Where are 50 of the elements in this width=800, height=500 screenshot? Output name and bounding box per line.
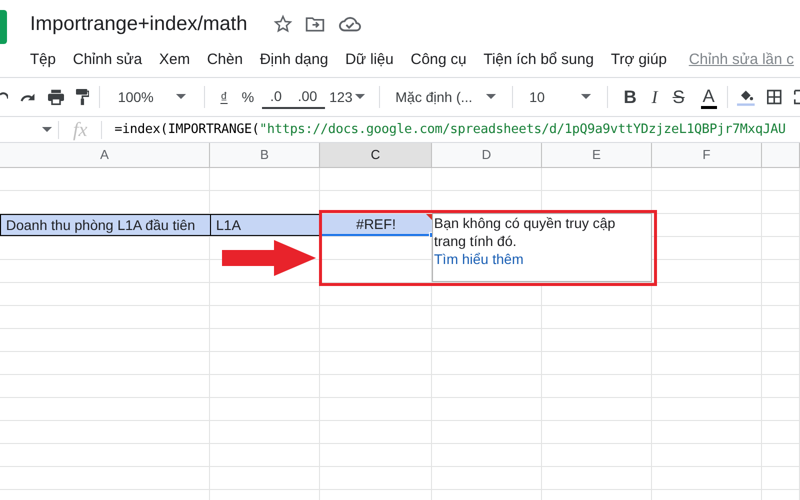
- table-cell[interactable]: #REF!: [320, 214, 432, 236]
- caret-icon: [486, 94, 496, 100]
- column-header[interactable]: E: [542, 143, 652, 167]
- italic-button[interactable]: I: [642, 84, 667, 110]
- column-header[interactable]: C: [320, 143, 432, 167]
- borders-icon[interactable]: [767, 88, 782, 106]
- bold-button[interactable]: B: [618, 84, 643, 110]
- merge-cells-icon[interactable]: [794, 88, 800, 106]
- zoom-dropdown[interactable]: 100%: [110, 86, 194, 108]
- error-message: Bạn không có quyền truy cập trang tính đó.: [434, 214, 616, 250]
- learn-more-link[interactable]: Tìm hiểu thêm: [434, 251, 524, 267]
- menu-item[interactable]: Công cụ: [410, 48, 466, 72]
- font-size-dropdown[interactable]: 10: [523, 86, 597, 108]
- text-color-button[interactable]: A: [700, 86, 717, 108]
- menu-item[interactable]: Xem: [159, 48, 190, 72]
- caret-icon: [176, 94, 186, 100]
- caret-icon: [580, 94, 591, 100]
- strikethrough-button[interactable]: S: [666, 84, 691, 110]
- column-header[interactable]: A: [0, 143, 210, 167]
- folder-icon[interactable]: [305, 15, 326, 33]
- percent-format-button[interactable]: %: [234, 86, 262, 108]
- increase-decimal-button[interactable]: .00: [290, 86, 326, 108]
- arrow-icon: [222, 240, 316, 276]
- column-header[interactable]: F: [652, 143, 762, 167]
- cloud-check-icon[interactable]: [339, 16, 362, 32]
- font-dropdown[interactable]: Mặc định (...: [389, 86, 502, 108]
- menu-item[interactable]: Chỉnh sửa: [72, 48, 142, 72]
- table-cell[interactable]: Doanh thu phòng L1A đầu tiên: [0, 214, 210, 236]
- formula-text[interactable]: =index(IMPORTRANGE("https://docs.google.com/spreadsheets/d/1pQ9a9vttYDzjzeL1QBPjr7MxqJAU: [114, 120, 786, 140]
- menu-item[interactable]: Định dạng: [260, 48, 328, 72]
- table-cell[interactable]: L1A: [210, 214, 320, 236]
- menu-item[interactable]: Tệp: [30, 48, 56, 72]
- menu-item[interactable]: Chèn: [206, 48, 243, 72]
- caret-icon: [354, 94, 365, 100]
- column-header[interactable]: D: [432, 143, 542, 167]
- print-icon[interactable]: [48, 88, 64, 106]
- error-marker-icon: [426, 214, 432, 220]
- fx-label: fx: [72, 118, 88, 142]
- number-format-dropdown[interactable]: 123: [325, 86, 369, 108]
- last-edit-link[interactable]: Chỉnh sửa lần c: [688, 48, 794, 72]
- app-logo-icon: [0, 10, 7, 44]
- menu-item[interactable]: Tiện ích bổ sung: [483, 48, 594, 72]
- paint-format-icon[interactable]: [76, 87, 90, 107]
- caret-icon: [42, 126, 52, 132]
- document-title[interactable]: Importrange+index/math: [30, 9, 248, 39]
- decrease-decimal-button[interactable]: .0: [262, 86, 290, 108]
- menu-item[interactable]: Dữ liệu: [345, 48, 394, 72]
- star-icon[interactable]: [273, 14, 294, 34]
- currency-format-button[interactable]: ₫: [214, 86, 234, 108]
- menu-item[interactable]: Trợ giúp: [610, 48, 667, 72]
